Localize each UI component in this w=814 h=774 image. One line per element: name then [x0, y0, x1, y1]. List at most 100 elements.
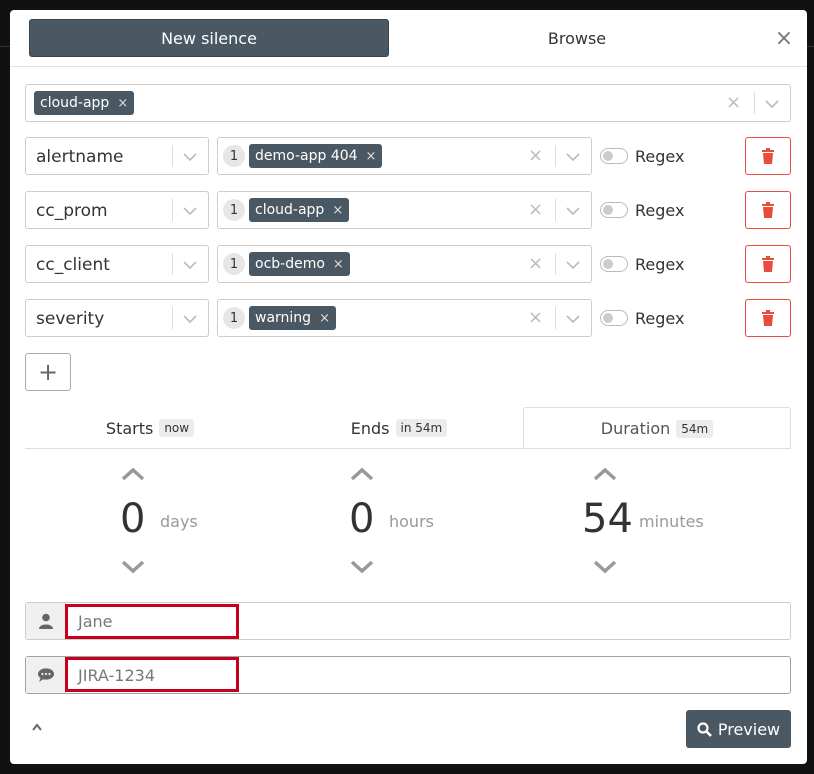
preview-label: Preview	[717, 719, 781, 739]
tab-starts[interactable]: Starts now	[25, 407, 275, 449]
minutes-increment-icon[interactable]	[592, 466, 618, 482]
chevron-down-icon[interactable]	[182, 259, 198, 271]
clear-icon[interactable]: ×	[528, 307, 543, 328]
select-separator	[754, 92, 755, 114]
chip-remove-icon[interactable]: ×	[366, 149, 377, 164]
comment-icon	[26, 657, 66, 693]
regex-toggle[interactable]	[600, 310, 628, 326]
clear-icon[interactable]: ×	[528, 199, 543, 220]
search-icon	[697, 721, 712, 737]
chevron-down-icon[interactable]	[182, 151, 198, 163]
ends-badge: in 54m	[395, 419, 448, 437]
user-icon	[26, 603, 66, 639]
matcher-value-label: cloud-app	[255, 202, 325, 218]
select-separator	[172, 253, 173, 275]
days-decrement-icon[interactable]	[120, 559, 146, 575]
hours-value: 0	[349, 496, 375, 542]
chevron-down-icon[interactable]	[182, 205, 198, 217]
matcher-name-select[interactable]: cc_prom	[25, 191, 209, 229]
chevron-down-icon[interactable]	[565, 205, 581, 217]
chip-remove-icon[interactable]: ×	[333, 257, 344, 272]
delete-matcher-button[interactable]	[745, 245, 791, 283]
matcher-value-label: ocb-demo	[255, 256, 325, 272]
duration-badge: 54m	[676, 419, 714, 438]
chevron-up-icon[interactable]	[30, 720, 44, 734]
regex-toggle[interactable]	[600, 256, 628, 272]
regex-label: Regex	[635, 201, 685, 220]
cluster-chip: cloud-app ×	[34, 91, 135, 115]
clear-icon[interactable]: ×	[528, 145, 543, 166]
regex-toggle[interactable]	[600, 148, 628, 164]
clear-icon[interactable]: ×	[726, 92, 741, 113]
value-count-badge: 1	[223, 145, 245, 167]
days-increment-icon[interactable]	[120, 466, 146, 482]
matcher-values-select[interactable]: 1 ocb-demo × ×	[217, 245, 592, 283]
matcher-values-select[interactable]: 1 cloud-app × ×	[217, 191, 592, 229]
select-separator	[555, 199, 556, 221]
minutes-value: 54	[582, 496, 633, 542]
delete-matcher-button[interactable]	[745, 299, 791, 337]
regex-toggle[interactable]	[600, 202, 628, 218]
matcher-name-select[interactable]: alertname	[25, 137, 209, 175]
days-unit: days	[160, 512, 198, 531]
duration-label: Duration	[600, 419, 671, 438]
matcher-value-label: demo-app 404	[255, 148, 358, 164]
chip-remove-icon[interactable]: ×	[319, 311, 330, 326]
matcher-values-select[interactable]: 1 warning × ×	[217, 299, 592, 337]
regex-label: Regex	[635, 147, 685, 166]
chevron-down-icon[interactable]	[565, 313, 581, 325]
cluster-chip-label: cloud-app	[40, 95, 110, 111]
select-separator	[172, 307, 173, 329]
matcher-name-value: severity	[36, 309, 105, 329]
hours-increment-icon[interactable]	[349, 466, 375, 482]
starts-badge: now	[159, 419, 195, 437]
matcher-values-select[interactable]: 1 demo-app 404 × ×	[217, 137, 592, 175]
delete-matcher-button[interactable]	[745, 137, 791, 175]
tab-duration[interactable]: Duration 54m	[523, 407, 791, 449]
minutes-decrement-icon[interactable]	[592, 559, 618, 575]
tab-browse[interactable]: Browse	[395, 19, 759, 57]
delete-matcher-button[interactable]	[745, 191, 791, 229]
hours-unit: hours	[389, 512, 434, 531]
matcher-name-select[interactable]: cc_client	[25, 245, 209, 283]
matcher-value-chip: demo-app 404 ×	[249, 144, 383, 168]
add-matcher-button[interactable]: +	[25, 353, 71, 391]
tabs-divider	[25, 448, 791, 449]
select-separator	[172, 145, 173, 167]
matcher-value-chip: ocb-demo ×	[249, 252, 350, 276]
tab-new-silence[interactable]: New silence	[29, 19, 389, 57]
trash-icon	[762, 310, 774, 326]
minutes-unit: minutes	[639, 512, 704, 531]
header-divider	[10, 66, 807, 67]
chevron-down-icon[interactable]	[565, 151, 581, 163]
value-count-badge: 1	[223, 199, 245, 221]
chevron-down-icon[interactable]	[182, 313, 198, 325]
matcher-name-value: cc_prom	[36, 201, 108, 221]
trash-icon	[762, 148, 774, 164]
matcher-name-value: alertname	[36, 147, 124, 167]
cluster-filter-select[interactable]: cloud-app × ×	[25, 84, 791, 122]
silence-modal: New silence Browse × cloud-app × × alert…	[10, 10, 807, 764]
chip-remove-icon[interactable]: ×	[332, 203, 343, 218]
chip-remove-icon[interactable]: ×	[117, 96, 128, 111]
matcher-value-label: warning	[255, 310, 312, 326]
regex-label: Regex	[635, 255, 685, 274]
matcher-name-select[interactable]: severity	[25, 299, 209, 337]
comment-highlight-box	[65, 657, 239, 692]
author-highlight-box	[65, 604, 239, 639]
select-separator	[172, 199, 173, 221]
preview-button[interactable]: Preview	[686, 710, 791, 748]
matcher-value-chip: cloud-app ×	[249, 198, 350, 222]
value-count-badge: 1	[223, 307, 245, 329]
select-separator	[555, 145, 556, 167]
chevron-down-icon[interactable]	[565, 259, 581, 271]
ends-label: Ends	[350, 418, 390, 438]
clear-icon[interactable]: ×	[528, 253, 543, 274]
value-count-badge: 1	[223, 253, 245, 275]
tab-ends[interactable]: Ends in 54m	[275, 407, 523, 449]
hours-decrement-icon[interactable]	[349, 559, 375, 575]
starts-label: Starts	[105, 418, 154, 438]
chevron-down-icon[interactable]	[764, 98, 780, 110]
close-icon[interactable]: ×	[773, 26, 795, 51]
matcher-value-chip: warning ×	[249, 306, 336, 330]
